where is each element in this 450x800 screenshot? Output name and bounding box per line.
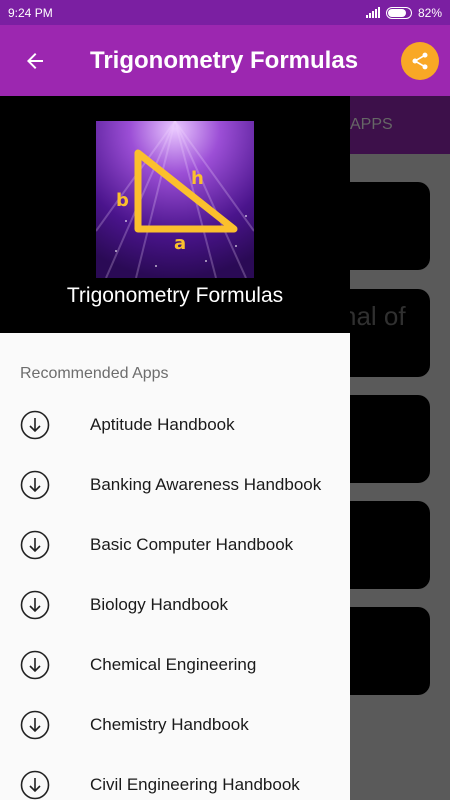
menu-item-label: Civil Engineering Handbook <box>90 775 300 794</box>
app-bar: Trigonometry Formulas <box>0 25 450 96</box>
drawer-scrim[interactable] <box>350 96 450 800</box>
menu-item-banking-awareness-handbook[interactable]: Banking Awareness Handbook <box>0 455 350 515</box>
page-title: Trigonometry Formulas <box>90 46 359 74</box>
menu-item-label: Aptitude Handbook <box>90 415 235 434</box>
battery-percent: 82% <box>417 5 442 20</box>
status-bar: 9:24 PM 82% <box>0 0 450 25</box>
arrow-left-icon <box>27 52 43 69</box>
logo-label-a: a <box>174 233 186 254</box>
menu-item-label: Chemistry Handbook <box>90 715 249 734</box>
logo-label-b: b <box>116 190 129 211</box>
menu-item-label: Chemical Engineering <box>90 655 257 674</box>
menu-item-biology-handbook[interactable]: Biology Handbook <box>0 575 350 635</box>
menu-item-label: Banking Awareness Handbook <box>90 475 322 494</box>
drawer-header: b h a Trigonometry Formulas <box>0 96 350 333</box>
menu-item-basic-computer-handbook[interactable]: Basic Computer Handbook <box>0 515 350 575</box>
download-circle-icon <box>0 470 90 500</box>
download-circle-icon <box>0 650 90 680</box>
menu-item-chemistry-handbook[interactable]: Chemistry Handbook <box>0 695 350 755</box>
recommended-apps-list: Aptitude Handbook Banking Awareness Hand… <box>0 395 350 800</box>
download-circle-icon <box>0 590 90 620</box>
signal-icon <box>365 7 380 18</box>
section-title: Recommended Apps <box>20 365 169 382</box>
download-circle-icon <box>0 710 90 740</box>
app-logo: b h a <box>96 121 254 278</box>
menu-item-label: Basic Computer Handbook <box>90 535 294 554</box>
logo-label-h: h <box>191 168 204 189</box>
share-icon <box>412 52 428 69</box>
menu-item-civil-engineering-handbook[interactable]: Civil Engineering Handbook <box>0 755 350 800</box>
share-button[interactable] <box>401 41 439 80</box>
back-button[interactable] <box>0 25 70 96</box>
status-icons: 82% <box>365 5 442 20</box>
status-time: 9:24 PM <box>8 5 53 20</box>
download-circle-icon <box>0 530 90 560</box>
menu-item-chemical-engineering[interactable]: Chemical Engineering <box>0 635 350 695</box>
battery-icon <box>385 6 412 19</box>
menu-item-aptitude-handbook[interactable]: Aptitude Handbook <box>0 395 350 455</box>
download-circle-icon <box>0 770 90 800</box>
menu-item-label: Biology Handbook <box>90 595 228 614</box>
navigation-drawer: b h a Trigonometry Formulas Recommended … <box>0 96 350 800</box>
drawer-app-name: Trigonometry Formulas <box>66 284 284 307</box>
download-circle-icon <box>0 410 90 440</box>
